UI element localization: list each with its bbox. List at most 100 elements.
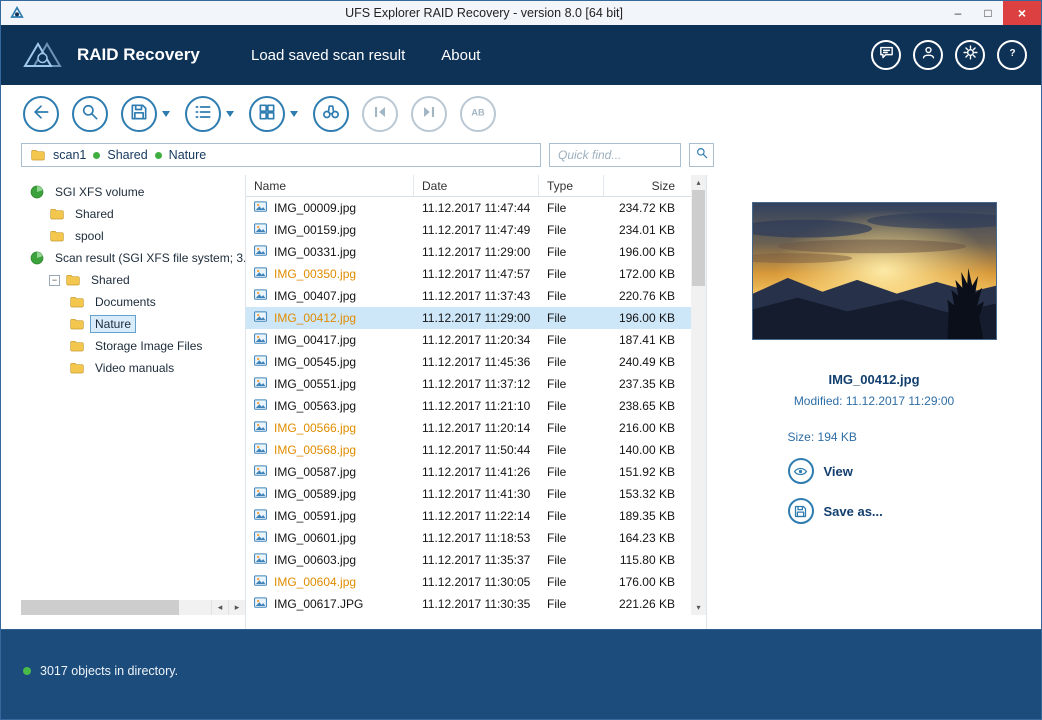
file-row[interactable]: IMG_00350.jpg11.12.2017 11:47:57File172.… bbox=[246, 263, 691, 285]
tree-item-scan-result-sgi-xfs-file-system-3-72-gb[interactable]: Scan result (SGI XFS file system; 3.72 G… bbox=[21, 247, 245, 269]
file-row[interactable]: IMG_00603.jpg11.12.2017 11:35:37File115.… bbox=[246, 549, 691, 571]
file-name: IMG_00407.jpg bbox=[274, 289, 356, 303]
settings-icon bbox=[962, 44, 979, 66]
menu-load-saved-scan-result[interactable]: Load saved scan result bbox=[251, 47, 405, 64]
file-name: IMG_00551.jpg bbox=[274, 377, 356, 391]
file-row[interactable]: IMG_00617.JPG11.12.2017 11:30:35File221.… bbox=[246, 593, 691, 615]
file-row[interactable]: IMG_00545.jpg11.12.2017 11:45:36File240.… bbox=[246, 351, 691, 373]
file-row[interactable]: IMG_00407.jpg11.12.2017 11:37:43File220.… bbox=[246, 285, 691, 307]
file-row[interactable]: IMG_00591.jpg11.12.2017 11:22:14File189.… bbox=[246, 505, 691, 527]
file-name: IMG_00568.jpg bbox=[274, 443, 356, 457]
scrollbar-thumb[interactable] bbox=[21, 600, 179, 615]
tree-item-storage-image-files[interactable]: Storage Image Files bbox=[21, 335, 245, 357]
scroll-right-button[interactable]: ▸ bbox=[228, 600, 245, 615]
save-as-button[interactable]: Save as... bbox=[788, 498, 997, 524]
modified-value: 11.12.2017 11:29:00 bbox=[846, 394, 954, 408]
file-size: 196.00 KB bbox=[604, 311, 691, 325]
file-row[interactable]: IMG_00601.jpg11.12.2017 11:18:53File164.… bbox=[246, 527, 691, 549]
breadcrumb[interactable]: scan1 Shared Nature bbox=[21, 143, 541, 167]
breadcrumb-item-shared[interactable]: Shared bbox=[107, 148, 147, 162]
file-row[interactable]: IMG_00587.jpg11.12.2017 11:41:26File151.… bbox=[246, 461, 691, 483]
tree-item-shared[interactable]: − Shared bbox=[21, 269, 245, 291]
eye-icon bbox=[788, 458, 814, 484]
quick-find-input[interactable] bbox=[549, 143, 681, 167]
find-button[interactable] bbox=[313, 96, 349, 132]
previous-object-button bbox=[362, 96, 398, 132]
file-row[interactable]: IMG_00009.jpg11.12.2017 11:47:44File234.… bbox=[246, 197, 691, 219]
file-name: IMG_00587.jpg bbox=[274, 465, 356, 479]
tree-item-spool[interactable]: spool bbox=[21, 225, 245, 247]
settings-button[interactable] bbox=[955, 40, 985, 70]
file-row[interactable]: IMG_00568.jpg11.12.2017 11:50:44File140.… bbox=[246, 439, 691, 461]
image-file-icon bbox=[253, 243, 268, 261]
preview-size: Size: 194 KB bbox=[788, 430, 997, 444]
minimize-button[interactable]: – bbox=[943, 1, 973, 25]
app-window: UFS Explorer RAID Recovery - version 8.0… bbox=[0, 0, 1042, 720]
file-row[interactable]: IMG_00566.jpg11.12.2017 11:20:14File216.… bbox=[246, 417, 691, 439]
messages-button[interactable] bbox=[871, 40, 901, 70]
app-logo: RAID Recovery bbox=[19, 37, 251, 73]
preview-modified: Modified: 11.12.2017 11:29:00 bbox=[794, 394, 954, 408]
preview-photo bbox=[753, 203, 996, 339]
tree-item-label: Shared bbox=[86, 271, 135, 289]
scrollbar-thumb[interactable] bbox=[692, 190, 705, 286]
breadcrumb-item-nature[interactable]: Nature bbox=[169, 148, 207, 162]
tree-item-documents[interactable]: Documents bbox=[21, 291, 245, 313]
file-row[interactable]: IMG_00159.jpg11.12.2017 11:47:49File234.… bbox=[246, 219, 691, 241]
maximize-button[interactable]: □ bbox=[973, 1, 1003, 25]
file-row[interactable]: IMG_00551.jpg11.12.2017 11:37:12File237.… bbox=[246, 373, 691, 395]
tree-item-shared[interactable]: Shared bbox=[21, 203, 245, 225]
preview-image bbox=[752, 202, 997, 340]
file-type: File bbox=[539, 575, 604, 589]
define-selection-button-dropdown[interactable] bbox=[221, 107, 236, 121]
define-selection-button[interactable] bbox=[185, 96, 221, 132]
file-name: IMG_00563.jpg bbox=[274, 399, 356, 413]
file-size: 216.00 KB bbox=[604, 421, 691, 435]
file-row[interactable]: IMG_00563.jpg11.12.2017 11:21:10File238.… bbox=[246, 395, 691, 417]
save-selection-button-dropdown[interactable] bbox=[157, 107, 172, 121]
view-layout-button[interactable] bbox=[249, 96, 285, 132]
view-layout-button-dropdown[interactable] bbox=[285, 107, 300, 121]
tree-item-label: Nature bbox=[90, 315, 136, 333]
column-header-date[interactable]: Date bbox=[414, 175, 539, 196]
file-row[interactable]: IMG_00604.jpg11.12.2017 11:30:05File176.… bbox=[246, 571, 691, 593]
tree-item-nature[interactable]: Nature bbox=[21, 313, 245, 335]
file-type: File bbox=[539, 223, 604, 237]
column-header-name[interactable]: Name bbox=[246, 175, 414, 196]
tree-item-sgi-xfs-volume[interactable]: SGI XFS volume bbox=[21, 181, 245, 203]
tree-item-video-manuals[interactable]: Video manuals bbox=[21, 357, 245, 379]
size-label: Size: bbox=[788, 430, 815, 444]
help-button[interactable]: ? bbox=[997, 40, 1027, 70]
breadcrumb-separator-dot bbox=[93, 152, 100, 159]
collapse-icon[interactable]: − bbox=[49, 275, 60, 286]
scroll-up-button[interactable]: ▴ bbox=[691, 175, 706, 190]
view-button[interactable]: View bbox=[788, 458, 997, 484]
tree-item-label: Video manuals bbox=[90, 359, 179, 377]
file-row[interactable]: IMG_00589.jpg11.12.2017 11:41:30File153.… bbox=[246, 483, 691, 505]
scroll-down-button[interactable]: ▾ bbox=[691, 600, 706, 615]
scroll-left-button[interactable]: ◂ bbox=[211, 600, 228, 615]
file-date: 11.12.2017 11:50:44 bbox=[414, 443, 539, 457]
column-header-size[interactable]: Size bbox=[604, 175, 691, 196]
file-row[interactable]: IMG_00417.jpg11.12.2017 11:20:34File187.… bbox=[246, 329, 691, 351]
file-size: 140.00 KB bbox=[604, 443, 691, 457]
close-button[interactable]: × bbox=[1003, 1, 1041, 25]
save-selection-button[interactable] bbox=[121, 96, 157, 132]
preview-panel: IMG_00412.jpg Modified: 11.12.2017 11:29… bbox=[707, 175, 1041, 629]
file-name: IMG_00566.jpg bbox=[274, 421, 356, 435]
quick-find-button[interactable] bbox=[689, 143, 714, 167]
file-list-vertical-scrollbar[interactable]: ▴ ▾ bbox=[691, 175, 706, 615]
scan-button[interactable] bbox=[72, 96, 108, 132]
folder-icon bbox=[49, 206, 65, 222]
back-button[interactable] bbox=[23, 96, 59, 132]
folder-icon bbox=[69, 294, 85, 310]
file-row[interactable]: IMG_00331.jpg11.12.2017 11:29:00File196.… bbox=[246, 241, 691, 263]
file-date: 11.12.2017 11:47:57 bbox=[414, 267, 539, 281]
file-row[interactable]: IMG_00412.jpg11.12.2017 11:29:00File196.… bbox=[246, 307, 691, 329]
account-button[interactable] bbox=[913, 40, 943, 70]
tree-horizontal-scrollbar[interactable]: ◂ ▸ bbox=[21, 600, 245, 615]
menu-about[interactable]: About bbox=[441, 47, 480, 64]
preview-details: Size: 194 KB View Save as... bbox=[752, 430, 997, 524]
breadcrumb-item-scan1[interactable]: scan1 bbox=[53, 148, 86, 162]
column-header-type[interactable]: Type bbox=[539, 175, 604, 196]
